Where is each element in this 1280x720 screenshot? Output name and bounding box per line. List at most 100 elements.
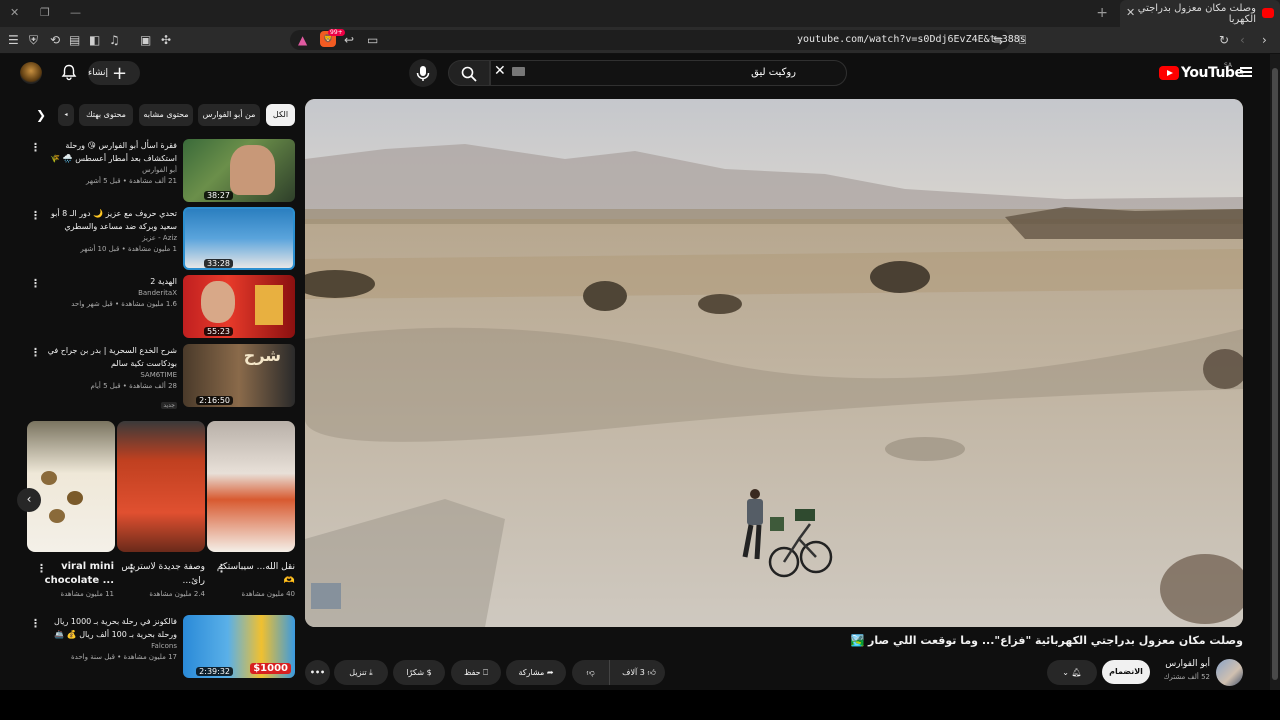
shorts-prev-button[interactable]: ‹ [17, 488, 41, 512]
video-thumbnail[interactable] [183, 139, 295, 202]
more-actions-button[interactable]: ••• [305, 660, 330, 685]
join-button[interactable]: الانضمام [1102, 660, 1150, 684]
video-meta: شرح الخدع السحرية | بدر بن جراح في بودكا… [47, 344, 177, 411]
chip-partial[interactable]: ◂ [58, 104, 74, 126]
site-settings-icon[interactable]: ⇆ [993, 33, 1003, 47]
account-avatar[interactable] [20, 62, 42, 84]
back-icon[interactable]: › [1262, 33, 1267, 47]
video-title[interactable]: شرح الخدع السحرية | بدر بن جراح في بودكا… [47, 344, 177, 370]
clear-search-icon[interactable]: ✕ [494, 63, 506, 79]
new-tab-icon[interactable]: + [1096, 5, 1108, 21]
history-icon[interactable]: ⟲ [50, 33, 60, 47]
save-button[interactable]: ⎕ حفظ [451, 660, 501, 685]
subscribe-notifications-button[interactable]: 🔔︎ ⌄ [1047, 660, 1097, 685]
extensions-icon[interactable]: ✣ [161, 33, 171, 47]
wallet-icon[interactable]: ▤ [69, 33, 80, 47]
short-views: 2.4 مليون مشاهدة [149, 590, 205, 598]
logo-text: YouTube [1181, 65, 1244, 81]
tab-close-icon[interactable]: ✕ [1126, 6, 1135, 19]
share-icon: ➦ [546, 668, 554, 677]
more-actions-icon[interactable]: ⋮ [216, 562, 227, 575]
create-button[interactable]: + إنشاء [88, 61, 140, 85]
search-input[interactable]: روكيت ليق [490, 60, 847, 86]
download-icon: ⤓ [369, 668, 373, 677]
sidebar-toggle-icon[interactable]: ◧ [89, 33, 100, 47]
reload-icon[interactable]: ↻ [1219, 33, 1229, 47]
channel-name[interactable]: Falcons [47, 641, 177, 652]
video-title[interactable]: الهدية 2 [47, 275, 177, 288]
channel-name[interactable]: Aziz - عزيز [47, 233, 177, 244]
short-thumbnail[interactable] [27, 421, 115, 552]
video-title[interactable]: فقرة اسأل أبو الفوارس 😘 ورحلة استكشاف بع… [47, 139, 177, 165]
search-button[interactable] [448, 60, 490, 86]
channel-avatar[interactable] [1216, 659, 1243, 686]
more-actions-icon[interactable]: ⋮ [126, 562, 137, 575]
forward-icon[interactable]: ‹ [1240, 33, 1245, 47]
country-code: SA [1224, 62, 1233, 69]
rewards-icon[interactable]: ▲ [298, 33, 307, 47]
video-meta: تحدي حروف مع عزيز 🌙 دور الـ 8 أبو سعيد و… [47, 207, 177, 255]
list-item[interactable]: 38:27 فقرة اسأل أبو الفوارس 😘 ورحلة استك… [30, 139, 295, 203]
list-item[interactable]: شرح 2:16:50 شرح الخدع السحرية | بدر بن ج… [30, 344, 295, 411]
short-thumbnail[interactable] [207, 421, 295, 552]
video-title-main: وصلت مكان معزول بدراجتي الكهربائية "فزاع… [850, 634, 1243, 647]
chevron-down-icon: ⌄ [1062, 668, 1069, 677]
chip-recommended[interactable]: محتوى بهتك [79, 104, 133, 126]
list-item[interactable]: 33:28 تحدي حروف مع عزيز 🌙 دور الـ 8 أبو … [30, 207, 295, 271]
list-item[interactable]: $1000 2:39:32 فالكونز في رحلة بحرية بـ 1… [30, 615, 295, 679]
video-player[interactable] [305, 99, 1243, 627]
channel-name[interactable]: BanderitaX [47, 288, 177, 299]
channel-name[interactable]: أبو الفوارس [47, 165, 177, 176]
reader-mode-icon[interactable]: ▣ [140, 33, 151, 47]
window-minimize-icon[interactable]: — [70, 6, 81, 19]
music-icon[interactable]: ♫ [109, 33, 120, 47]
share-label: مشاركة [518, 668, 545, 677]
chip-all[interactable]: الكل [266, 104, 295, 126]
more-actions-icon[interactable]: ⋮ [30, 617, 41, 630]
bookmark-icon[interactable]: ⎕ [1019, 33, 1026, 48]
share-page-icon[interactable]: ↩ [344, 33, 354, 47]
thumbs-down-icon: 👎︎ [586, 668, 595, 677]
share-button[interactable]: ➦ مشاركة [506, 660, 566, 685]
video-title[interactable]: فالكونز في رحلة بحرية بـ 1000 ريال ورحلة… [47, 615, 177, 641]
keyboard-icon[interactable] [512, 67, 525, 76]
thanks-icon: $ [426, 668, 432, 677]
more-actions-icon[interactable]: ⋮ [36, 562, 47, 575]
browser-tab-bar: ✕ ❐ — + وصلت مكان معزول بدراجتي الكهربا … [0, 0, 1280, 27]
video-thumbnail[interactable] [183, 275, 295, 338]
voice-search-button[interactable] [409, 59, 437, 87]
like-dislike-group: 👍︎ 3 آلاف 👎︎ [572, 660, 665, 685]
download-button[interactable]: ⤓ تنزيل [334, 660, 388, 685]
window-maximize-icon[interactable]: ❐ [40, 6, 50, 19]
dislike-button[interactable]: 👎︎ [572, 660, 610, 685]
chip-from-channel[interactable]: من أبو الفوارس [198, 104, 260, 126]
more-actions-icon[interactable]: ⋮ [30, 346, 41, 359]
list-item[interactable]: 55:23 الهدية 2 BanderitaX 1.6 مليون مشاه… [30, 275, 295, 339]
download-label: تنزيل [349, 668, 367, 677]
short-views: 40 مليون مشاهدة [241, 590, 295, 598]
more-horizontal-icon: ••• [309, 668, 326, 677]
thumbnail-text: $1000 [250, 663, 291, 674]
browser-tab-active[interactable]: وصلت مكان معزول بدراجتي الكهربا ✕ [1120, 0, 1280, 27]
bookmark-icon: ⎕ [483, 668, 488, 677]
cast-icon[interactable]: ▭ [367, 33, 378, 47]
like-button[interactable]: 👍︎ 3 آلاف [614, 660, 664, 685]
video-thumbnail[interactable] [183, 207, 295, 270]
more-actions-icon[interactable]: ⋮ [30, 141, 41, 154]
chevron-right-icon[interactable]: ❯ [36, 108, 46, 122]
sidebar-menu-icon[interactable]: ☰ [8, 33, 19, 47]
thanks-button[interactable]: $ شكرًا [393, 660, 445, 685]
window-close-icon[interactable]: ✕ [10, 6, 19, 19]
scrollbar-thumb[interactable] [1272, 68, 1278, 680]
channel-name[interactable]: SAM6TIME [47, 370, 177, 381]
video-meta: فالكونز في رحلة بحرية بـ 1000 ريال ورحلة… [47, 615, 177, 663]
shield-icon[interactable]: ⛨ [29, 33, 38, 48]
more-actions-icon[interactable]: ⋮ [30, 277, 41, 290]
youtube-play-icon [1159, 66, 1179, 80]
short-thumbnail[interactable] [117, 421, 205, 552]
more-actions-icon[interactable]: ⋮ [30, 209, 41, 222]
notifications-bell-icon[interactable] [61, 64, 77, 81]
video-title[interactable]: تحدي حروف مع عزيز 🌙 دور الـ 8 أبو سعيد و… [47, 207, 177, 233]
url-text[interactable]: youtube.com/watch?v=s0Ddj6EvZ4E&t=388s [797, 34, 1026, 45]
chip-related[interactable]: محتوى مشابه [139, 104, 193, 126]
